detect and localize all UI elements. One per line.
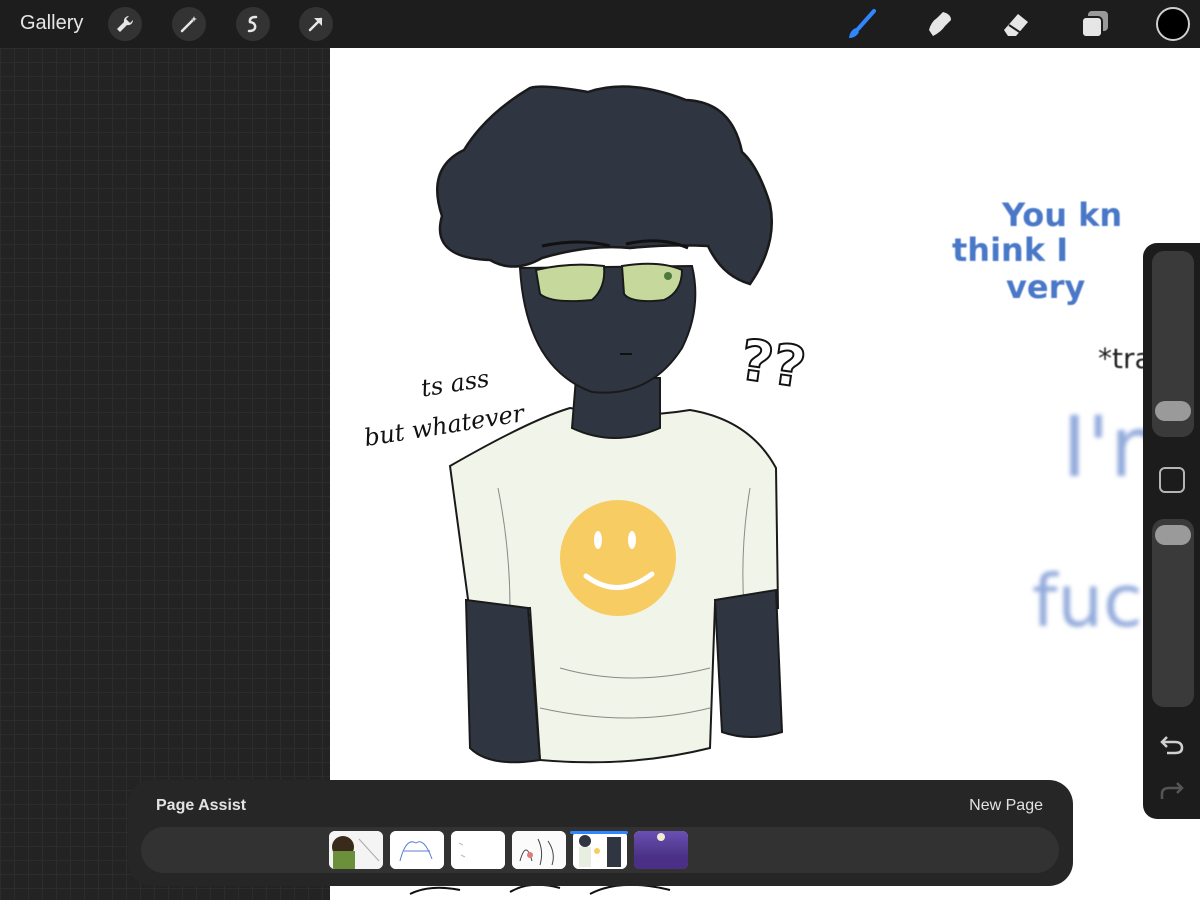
question-marks: ?? bbox=[736, 328, 809, 401]
svg-text:ts ass: ts ass bbox=[419, 364, 491, 402]
transform-arrow-icon[interactable] bbox=[299, 7, 333, 41]
overlay-line-3: very bbox=[1006, 268, 1085, 306]
brush-icon[interactable] bbox=[844, 6, 880, 42]
opacity-slider[interactable] bbox=[1152, 519, 1194, 707]
page-thumbnail-2[interactable] bbox=[390, 831, 444, 869]
magic-wand-icon[interactable] bbox=[172, 7, 206, 41]
top-toolbar: Gallery bbox=[0, 0, 1200, 48]
page-thumbnail-6[interactable] bbox=[634, 831, 688, 869]
page-thumbnail-1[interactable] bbox=[329, 831, 383, 869]
overlay-line-2: think I bbox=[952, 231, 1068, 269]
wrench-icon[interactable] bbox=[108, 7, 142, 41]
page-assist-title: Page Assist bbox=[156, 797, 247, 814]
brush-size-slider[interactable] bbox=[1152, 251, 1194, 437]
glasses-left bbox=[534, 263, 606, 303]
color-picker-swatch[interactable] bbox=[1156, 7, 1190, 41]
brush-sidebar bbox=[1143, 243, 1200, 819]
gallery-button[interactable]: Gallery bbox=[20, 12, 83, 35]
right-arm bbox=[713, 588, 784, 738]
brush-size-thumb[interactable] bbox=[1155, 401, 1191, 421]
smudge-icon[interactable] bbox=[921, 6, 957, 42]
page-assist-panel: Page Assist New Page bbox=[128, 780, 1073, 886]
page-thumbnail-4[interactable] bbox=[512, 831, 566, 869]
selection-icon[interactable] bbox=[236, 7, 270, 41]
new-page-button[interactable]: New Page bbox=[969, 797, 1043, 815]
artwork: You kn think I very *tran I'm g fucking bbox=[362, 85, 1200, 895]
layers-icon[interactable] bbox=[1077, 6, 1113, 42]
hair bbox=[436, 85, 774, 286]
left-arm bbox=[464, 598, 542, 764]
drawing-canvas[interactable]: You kn think I very *tran I'm g fucking bbox=[330, 48, 1200, 900]
overlay-text: You kn think I very *tran bbox=[952, 196, 1169, 375]
modify-square-icon[interactable] bbox=[1159, 467, 1185, 493]
smiley-face bbox=[560, 500, 676, 616]
page-thumbnail-5[interactable] bbox=[573, 831, 627, 869]
opacity-thumb[interactable] bbox=[1155, 525, 1191, 545]
undo-icon[interactable] bbox=[1157, 729, 1187, 759]
overlay-line-1: You kn bbox=[1001, 196, 1122, 234]
eraser-icon[interactable] bbox=[998, 6, 1034, 42]
page-thumbnail-3[interactable] bbox=[451, 831, 505, 869]
redo-icon[interactable] bbox=[1157, 775, 1187, 805]
active-page-indicator bbox=[570, 831, 628, 834]
